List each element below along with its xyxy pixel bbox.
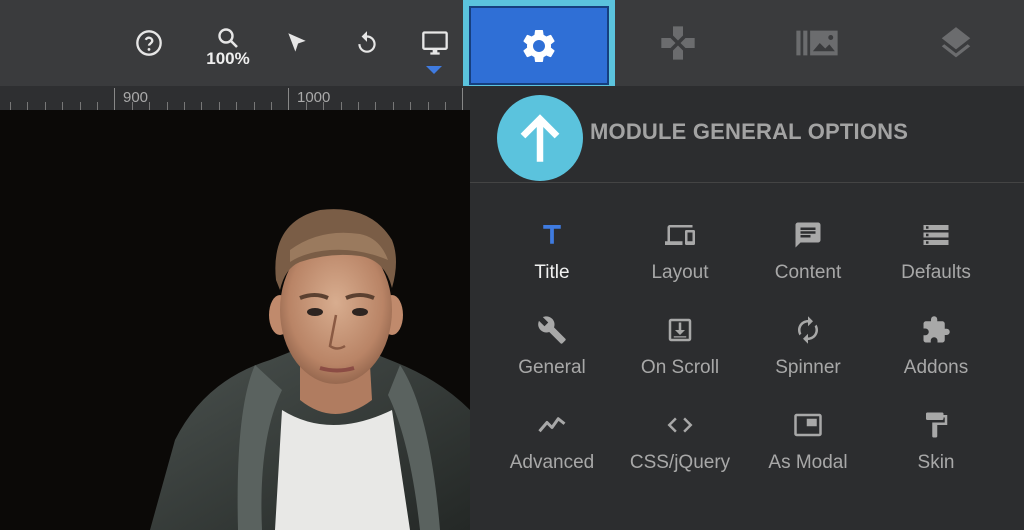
ruler-tick <box>375 102 377 110</box>
search-icon <box>218 28 238 48</box>
panel-title: MODULE GENERAL OPTIONS <box>590 119 909 144</box>
help-button[interactable] <box>134 0 164 86</box>
tab-layers[interactable] <box>930 0 982 86</box>
ruler-tick <box>253 102 255 110</box>
layout-devices-icon <box>663 218 697 252</box>
option-title[interactable]: Title <box>488 218 616 298</box>
option-defaults[interactable]: Defaults <box>872 218 1000 298</box>
ruler-tick <box>271 102 272 110</box>
option-label: Content <box>774 262 842 283</box>
arrow-up-icon <box>520 114 560 162</box>
zoom-value: 100% <box>206 49 250 68</box>
ruler-tick <box>10 102 11 110</box>
top-toolbar: 100% <box>0 0 1024 92</box>
help-circle-icon <box>136 30 162 56</box>
option-label: Skin <box>917 452 955 473</box>
tab-slides[interactable] <box>790 0 844 86</box>
tab-gamepad[interactable] <box>650 0 706 86</box>
ruler-tick <box>410 102 412 110</box>
ruler-tick <box>218 102 220 110</box>
ruler-tick <box>44 102 46 110</box>
option-spinner[interactable]: Spinner <box>744 313 872 393</box>
tab-settings-highlight[interactable] <box>463 0 615 92</box>
desktop-monitor-icon <box>422 31 448 55</box>
ruler-tick <box>427 102 429 110</box>
preview-canvas[interactable] <box>0 110 470 530</box>
option-css-jquery[interactable]: CSS/jQuery <box>616 408 744 488</box>
option-as-modal[interactable]: As Modal <box>744 408 872 488</box>
gear-icon <box>523 29 555 62</box>
ruler-label-900: 900 <box>123 89 149 106</box>
undo-button[interactable] <box>352 0 382 86</box>
on-scroll-icon <box>665 313 695 347</box>
wrench-icon <box>537 313 567 347</box>
modal-window-icon <box>792 408 824 442</box>
option-addons[interactable]: Addons <box>872 313 1000 393</box>
option-label: Addons <box>903 357 969 378</box>
spinner-refresh-icon <box>793 313 823 347</box>
option-label: CSS/jQuery <box>629 452 731 473</box>
option-label: Layout <box>651 262 709 283</box>
select-tool-button[interactable] <box>283 0 311 86</box>
option-label: As Modal <box>768 452 848 473</box>
option-label: Spinner <box>775 357 841 378</box>
ruler-tick <box>149 102 151 110</box>
code-brackets-icon <box>663 408 697 442</box>
ruler-tick <box>462 88 463 110</box>
ruler-tick <box>97 102 98 110</box>
ruler-tick <box>392 102 394 110</box>
paint-roller-icon <box>921 408 951 442</box>
ruler-tick <box>62 102 64 110</box>
title-t-icon <box>537 218 567 252</box>
ruler-tick <box>236 102 238 110</box>
slides-icon <box>796 30 838 56</box>
ruler-tick <box>358 102 359 110</box>
option-label: General <box>518 357 586 378</box>
ruler-tick <box>114 88 115 110</box>
ruler-label-1000: 1000 <box>297 89 331 106</box>
option-content[interactable]: Content <box>744 218 872 298</box>
ruler-tick <box>445 102 446 110</box>
option-skin[interactable]: Skin <box>872 408 1000 488</box>
ruler-tick <box>340 102 342 110</box>
layers-icon <box>941 27 971 58</box>
option-label: On Scroll <box>640 357 720 378</box>
option-advanced[interactable]: Advanced <box>488 408 616 488</box>
content-chat-icon <box>793 218 823 252</box>
ruler-tick <box>27 102 29 110</box>
ruler-tick <box>79 102 81 110</box>
option-label: Advanced <box>509 452 595 473</box>
ruler-tick <box>201 102 203 110</box>
portrait-image <box>150 209 470 530</box>
option-label: Title <box>534 262 570 283</box>
option-on-scroll[interactable]: On Scroll <box>616 313 744 393</box>
zoom-control[interactable]: 100% <box>200 0 256 86</box>
device-caret-icon <box>426 66 442 74</box>
gamepad-icon <box>661 26 695 60</box>
advanced-trend-icon <box>535 408 569 442</box>
ruler-tick <box>166 102 168 110</box>
defaults-storage-icon <box>921 218 951 252</box>
ruler-tick <box>184 102 185 110</box>
arrow-up-badge-icon <box>497 95 583 181</box>
horizontal-ruler: 900 1000 <box>0 86 470 110</box>
puzzle-icon <box>921 313 951 347</box>
option-layout[interactable]: Layout <box>616 218 744 298</box>
ruler-tick <box>288 88 289 110</box>
cursor-arrow-icon <box>288 33 306 52</box>
tab-settings[interactable] <box>469 6 609 85</box>
option-label: Defaults <box>901 262 971 283</box>
undo-icon <box>358 31 376 53</box>
option-general[interactable]: General <box>488 313 616 393</box>
